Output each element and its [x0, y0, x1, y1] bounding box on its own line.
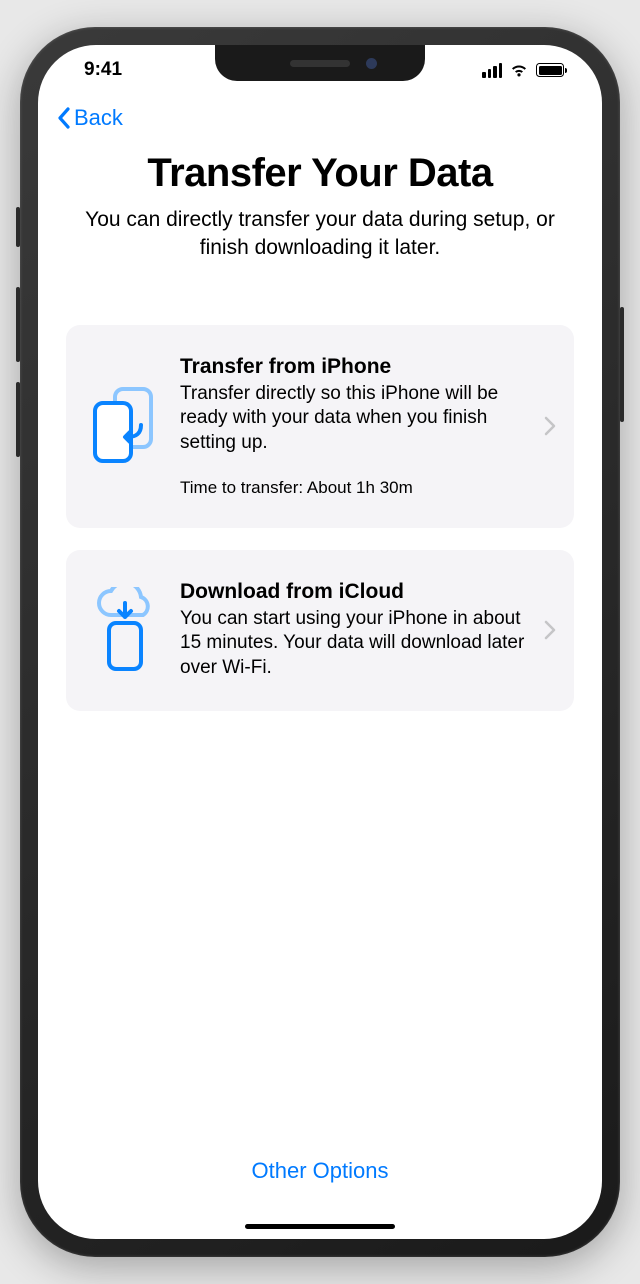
chevron-right-icon: [544, 620, 556, 640]
front-camera: [366, 58, 377, 69]
page-subtitle: You can directly transfer your data duri…: [66, 206, 574, 263]
side-button: [620, 307, 624, 422]
chevron-left-icon: [56, 107, 71, 129]
option-description: Transfer directly so this iPhone will be…: [180, 382, 526, 456]
nav-bar: Back: [38, 95, 602, 141]
volume-up-button: [16, 287, 20, 362]
other-options-link[interactable]: Other Options: [66, 1128, 574, 1239]
cellular-signal-icon: [482, 63, 502, 78]
screen: 9:41 Back Transfer Your Data You c: [38, 45, 602, 1239]
chevron-right-icon: [544, 416, 556, 436]
cloud-download-icon: [88, 587, 162, 673]
page-title: Transfer Your Data: [66, 151, 574, 196]
back-label: Back: [74, 105, 123, 131]
option-download-from-icloud[interactable]: Download from iCloud You can start using…: [66, 550, 574, 711]
option-title: Download from iCloud: [180, 580, 526, 604]
phone-frame: 9:41 Back Transfer Your Data You c: [20, 27, 620, 1257]
content: Transfer Your Data You can directly tran…: [38, 141, 602, 1239]
wifi-icon: [509, 63, 529, 78]
options-list: Transfer from iPhone Transfer directly s…: [66, 325, 574, 711]
home-indicator[interactable]: [245, 1224, 395, 1229]
option-meta: Time to transfer: About 1h 30m: [180, 478, 526, 498]
option-transfer-from-iphone[interactable]: Transfer from iPhone Transfer directly s…: [66, 325, 574, 528]
battery-icon: [536, 63, 564, 77]
volume-down-button: [16, 382, 20, 457]
back-button[interactable]: Back: [56, 105, 123, 131]
notch: [215, 45, 425, 81]
mute-switch: [16, 207, 20, 247]
transfer-phones-icon: [88, 387, 162, 465]
option-description: You can start using your iPhone in about…: [180, 607, 526, 681]
option-title: Transfer from iPhone: [180, 355, 526, 379]
speaker: [290, 60, 350, 67]
status-time: 9:41: [68, 59, 122, 81]
